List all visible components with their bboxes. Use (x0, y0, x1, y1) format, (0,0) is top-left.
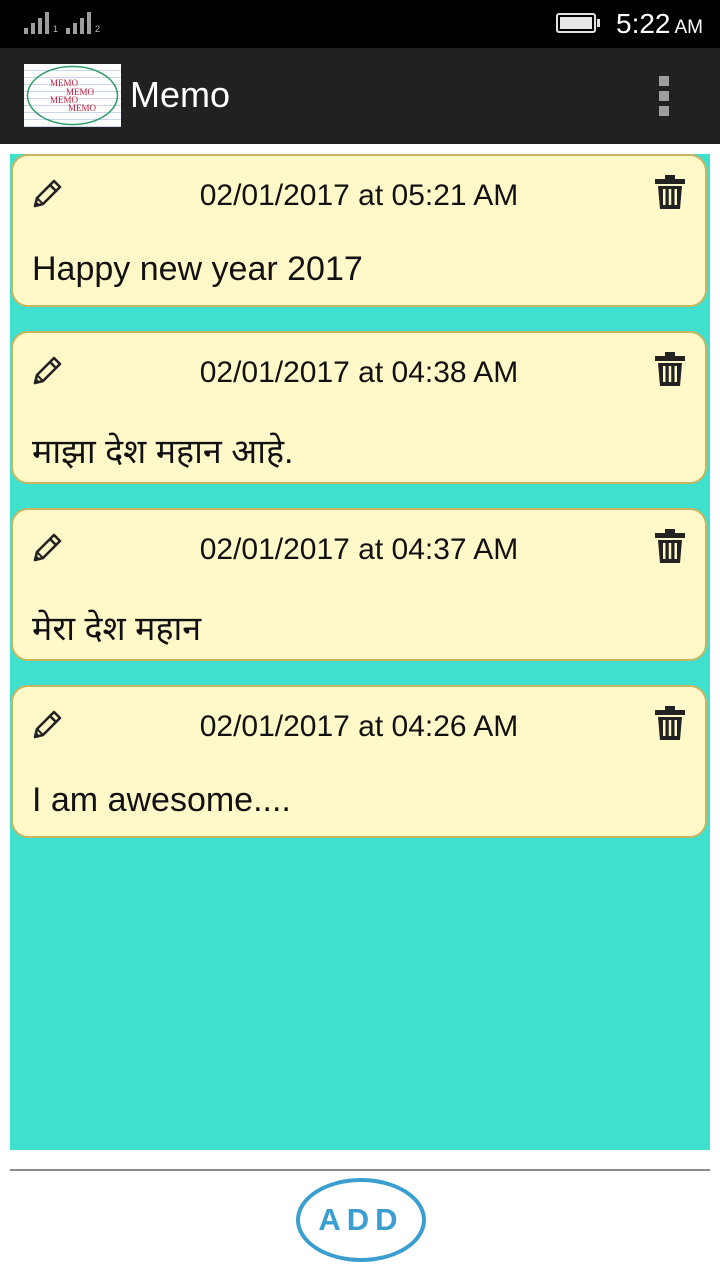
status-bar: 1 2 5:22 AM (0, 0, 720, 48)
memo-text: मेरा देश महान (32, 610, 202, 648)
memo-card[interactable]: 02/01/2017 at 04:26 AM I am awesome.... (11, 685, 707, 838)
trash-icon[interactable] (653, 351, 687, 387)
trash-icon[interactable] (653, 705, 687, 741)
memo-text: Happy new year 2017 (32, 250, 363, 288)
memo-card[interactable]: 02/01/2017 at 04:38 AM माझा देश महान आहे. (11, 331, 707, 484)
battery-icon (556, 13, 600, 33)
app-bar: MEMO MEMO MEMO MEMO Memo (0, 48, 720, 144)
memo-list[interactable]: 02/01/2017 at 05:21 AM Happy new year 201… (10, 154, 710, 1150)
add-button[interactable]: ADD (296, 1178, 426, 1262)
bottom-divider (10, 1169, 710, 1171)
memo-card[interactable]: 02/01/2017 at 05:21 AM Happy new year 201… (11, 154, 707, 307)
memo-date: 02/01/2017 at 05:21 AM (199, 179, 519, 212)
trash-icon[interactable] (653, 174, 687, 210)
memo-text: I am awesome.... (32, 781, 291, 819)
status-clock: 5:22 AM (616, 8, 703, 40)
memo-text: माझा देश महान आहे. (32, 433, 294, 471)
sim1-label: 1 (53, 24, 59, 34)
signal-sim1-icon: 1 (24, 12, 58, 34)
trash-icon[interactable] (653, 528, 687, 564)
memo-date: 02/01/2017 at 04:37 AM (199, 533, 519, 566)
clock-ampm: AM (674, 17, 704, 38)
more-vert-icon[interactable] (652, 72, 676, 120)
clock-time: 5:22 (616, 8, 671, 39)
sim2-label: 2 (95, 24, 101, 34)
signal-sim2-icon: 2 (66, 12, 100, 34)
logo-word-4: MEMO (68, 103, 97, 113)
memo-card[interactable]: 02/01/2017 at 04:37 AM मेरा देश महान (11, 508, 707, 661)
memo-date: 02/01/2017 at 04:38 AM (199, 356, 519, 389)
memo-date: 02/01/2017 at 04:26 AM (199, 710, 519, 743)
app-logo: MEMO MEMO MEMO MEMO (24, 64, 121, 127)
app-title: Memo (130, 74, 231, 115)
